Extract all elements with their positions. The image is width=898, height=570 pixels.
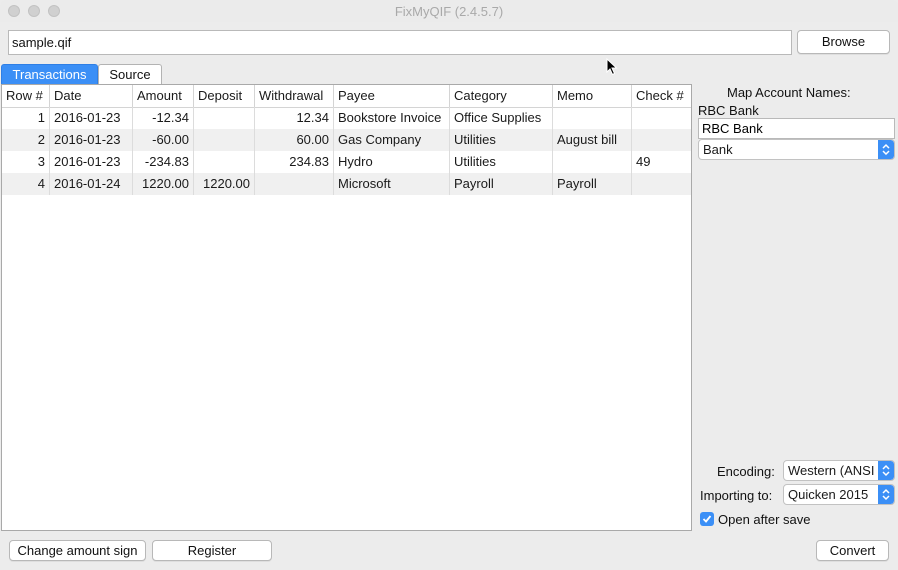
table-row[interactable]: 2 2016-01-23 -60.00 60.00 Gas Company Ut… — [2, 129, 691, 151]
cell-deposit — [194, 107, 255, 129]
cell-amount: 1220.00 — [133, 173, 194, 195]
cell-memo — [553, 151, 632, 173]
window-title: FixMyQIF (2.4.5.7) — [394, 4, 504, 19]
cell-payee: Bookstore Invoice — [334, 107, 450, 129]
table-header: Row # Date Amount Deposit Withdrawal Pay… — [2, 85, 691, 108]
account-type-value: Bank — [703, 142, 733, 157]
transactions-table: Row # Date Amount Deposit Withdrawal Pay… — [1, 84, 692, 531]
cell-date: 2016-01-24 — [50, 173, 133, 195]
account-name-input[interactable] — [698, 118, 895, 139]
cell-category: Payroll — [450, 173, 553, 195]
open-after-save-label[interactable]: Open after save — [718, 512, 811, 527]
account-type-select[interactable]: Bank — [698, 139, 895, 160]
cell-check — [632, 129, 691, 151]
column-header-category[interactable]: Category — [450, 85, 553, 108]
browse-button[interactable]: Browse — [797, 30, 890, 54]
column-header-row[interactable]: Row # — [2, 85, 50, 108]
cell-row: 2 — [2, 129, 50, 151]
cell-amount: -60.00 — [133, 129, 194, 151]
map-account-names-heading: Map Account Names: — [727, 85, 851, 100]
cell-amount: -12.34 — [133, 107, 194, 129]
cell-category: Office Supplies — [450, 107, 553, 129]
importing-to-value: Quicken 2015 — [788, 487, 869, 502]
cell-category: Utilities — [450, 151, 553, 173]
table-row[interactable]: 1 2016-01-23 -12.34 12.34 Bookstore Invo… — [2, 107, 691, 129]
table-row[interactable]: 3 2016-01-23 -234.83 234.83 Hydro Utilit… — [2, 151, 691, 173]
tab-transactions[interactable]: Transactions — [1, 64, 98, 84]
cell-memo: August bill — [553, 129, 632, 151]
cell-withdrawal: 60.00 — [255, 129, 334, 151]
encoding-label: Encoding: — [717, 464, 775, 479]
column-header-withdrawal[interactable]: Withdrawal — [255, 85, 334, 108]
encoding-select[interactable]: Western (ANSI — [783, 460, 895, 481]
tab-source[interactable]: Source — [98, 64, 162, 84]
register-button[interactable]: Register — [152, 540, 272, 561]
cell-withdrawal — [255, 173, 334, 195]
mouse-pointer-icon — [606, 58, 618, 76]
open-after-save-checkbox[interactable] — [700, 512, 714, 526]
account-name-label: RBC Bank — [698, 103, 759, 118]
cell-memo — [553, 107, 632, 129]
cell-payee: Microsoft — [334, 173, 450, 195]
column-header-check[interactable]: Check # — [632, 85, 691, 108]
select-arrows-icon — [878, 140, 894, 159]
checkmark-icon — [702, 515, 712, 523]
cell-row: 3 — [2, 151, 50, 173]
column-header-memo[interactable]: Memo — [553, 85, 632, 108]
cell-payee: Hydro — [334, 151, 450, 173]
app-window: FixMyQIF (2.4.5.7) Browse Transactions S… — [0, 0, 898, 570]
cell-date: 2016-01-23 — [50, 151, 133, 173]
cell-check: 49 — [636, 154, 651, 169]
title-bar: FixMyQIF (2.4.5.7) — [0, 0, 898, 22]
convert-button[interactable]: Convert — [816, 540, 889, 561]
cell-deposit — [194, 129, 255, 151]
column-header-amount[interactable]: Amount — [133, 85, 194, 108]
table-row[interactable]: 4 2016-01-24 1220.00 1220.00 Microsoft P… — [2, 173, 691, 195]
cell-payee: Gas Company — [334, 129, 450, 151]
cell-deposit — [194, 151, 255, 173]
change-amount-sign-button[interactable]: Change amount sign — [9, 540, 146, 561]
cell-memo: Payroll — [553, 173, 632, 195]
column-header-deposit[interactable]: Deposit — [194, 85, 255, 108]
cell-row: 4 — [2, 173, 50, 195]
cell-date: 2016-01-23 — [50, 129, 133, 151]
file-path-input[interactable] — [8, 30, 792, 55]
cell-check — [632, 107, 691, 129]
cell-row: 1 — [2, 107, 50, 129]
cell-check — [632, 173, 691, 195]
encoding-value: Western (ANSI — [788, 463, 875, 478]
cell-date: 2016-01-23 — [50, 107, 133, 129]
cell-deposit: 1220.00 — [194, 173, 255, 195]
column-header-date[interactable]: Date — [50, 85, 133, 108]
cell-amount: -234.83 — [133, 151, 194, 173]
importing-to-select[interactable]: Quicken 2015 — [783, 484, 895, 505]
cell-withdrawal: 234.83 — [255, 151, 334, 173]
importing-to-label: Importing to: — [700, 488, 773, 503]
cell-category: Utilities — [450, 129, 553, 151]
select-arrows-icon — [878, 485, 894, 504]
select-arrows-icon — [878, 461, 894, 480]
column-header-payee[interactable]: Payee — [334, 85, 450, 108]
cell-withdrawal: 12.34 — [255, 107, 334, 129]
